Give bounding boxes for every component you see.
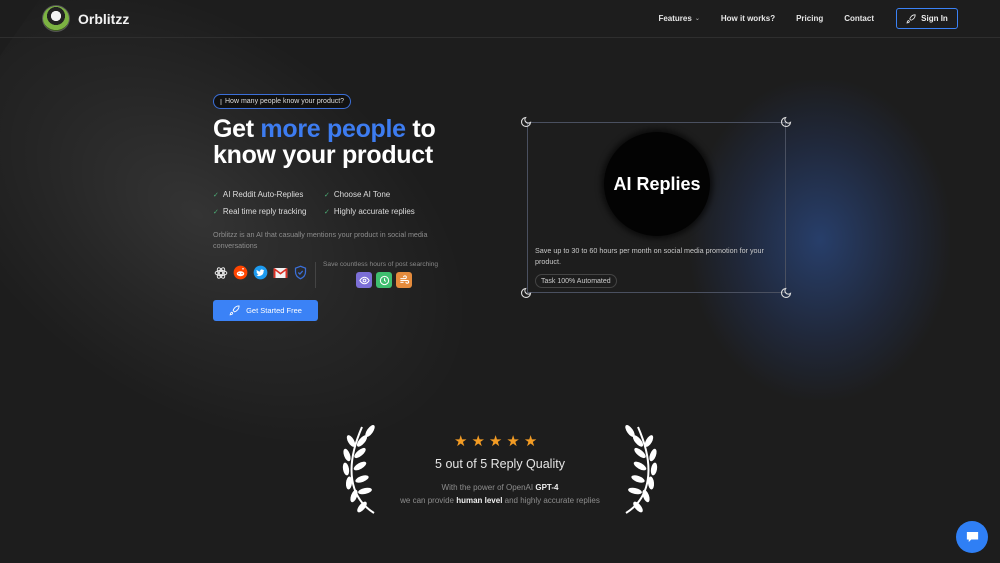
check-icon: ✓: [324, 208, 330, 216]
rocket-icon: [229, 305, 240, 316]
check-icon: ✓: [213, 208, 219, 216]
moon-icon: [520, 116, 532, 128]
nav-features[interactable]: Features ⌄: [658, 14, 699, 23]
feature-label: Choose AI Tone: [333, 190, 391, 199]
reddit-icon: [233, 265, 248, 280]
nav-how-it-works[interactable]: How it works?: [721, 14, 775, 23]
feature-item: ✓ Highly accurate replies: [324, 207, 415, 216]
shield-check-icon: [293, 265, 308, 280]
gmail-icon: [273, 265, 288, 280]
feature-label: Highly accurate replies: [333, 207, 415, 216]
card-title: AI Replies: [613, 173, 701, 194]
hero-description: Orblitzz is an AI that casually mentions…: [213, 230, 428, 250]
star-icon: ★: [506, 433, 520, 450]
feature-label: Real time reply tracking: [222, 207, 307, 216]
title-part2: to: [405, 115, 436, 143]
hero-badge: How many people know your product?: [213, 94, 352, 109]
rating-line2-suffix: and highly accurate replies: [502, 496, 600, 505]
chat-bubble-icon: [966, 532, 978, 542]
ai-replies-circle: AI Replies: [604, 132, 710, 236]
rating-line1: With the power of OpenAI: [441, 483, 536, 492]
badge-text: How many people know your product?: [225, 98, 345, 105]
clock-icon: [376, 272, 392, 288]
rating-title: 5 out of 5 Reply Quality: [435, 457, 565, 471]
moon-icon: [520, 287, 532, 299]
hero-title: Get more people to know your product: [213, 115, 436, 169]
wind-icon: [396, 272, 412, 288]
sign-in-button[interactable]: Sign In: [896, 8, 958, 29]
card-tag: Task 100% Automated: [535, 274, 617, 288]
integration-icons: [213, 265, 313, 280]
brand-name: Orblitzz: [78, 10, 130, 27]
rocket-icon: [906, 13, 916, 23]
feature-list: ✓ AI Reddit Auto-Replies ✓ Choose AI Tone …: [213, 186, 415, 220]
feature-item: ✓ AI Reddit Auto-Replies: [213, 190, 324, 199]
card-description: Save up to 30 to 60 hours per month on s…: [535, 246, 764, 266]
main-nav: Features ⌄ How it works? Pricing Contact…: [637, 8, 958, 29]
check-icon: ✓: [324, 191, 330, 199]
rating-line1-bold: GPT-4: [535, 483, 559, 492]
nav-features-label: Features: [658, 14, 692, 23]
star-icon: ★: [488, 433, 503, 450]
rating-subtitle: With the power of OpenAI GPT-4 we can pr…: [0, 481, 1000, 507]
logo-mascot-icon: [42, 5, 70, 32]
rating-line2-bold: human level: [456, 496, 503, 505]
chevron-down-icon: ⌄: [694, 16, 700, 22]
divider: [315, 262, 316, 288]
feature-item: ✓ Real time reply tracking: [213, 207, 324, 216]
brand-logo[interactable]: Orblitzz: [42, 5, 129, 32]
feature-item: ✓ Choose AI Tone: [324, 190, 390, 199]
eye-icon: [356, 272, 372, 288]
cta-label: Get Started Free: [246, 306, 302, 315]
moon-icon: [780, 116, 792, 128]
star-icon: ★: [454, 433, 468, 450]
site-header: Orblitzz Features ⌄ How it works? Pricin…: [0, 0, 1000, 38]
chat-widget-button[interactable]: [956, 521, 988, 553]
rating-line2: we can provide: [400, 496, 457, 505]
check-icon: ✓: [213, 191, 219, 199]
save-hours-text: Save countless hours of post searching: [323, 261, 439, 268]
title-part1: Get: [213, 115, 261, 143]
twitter-icon: [253, 265, 268, 280]
feature-label: AI Reddit Auto-Replies: [222, 190, 304, 199]
title-line2: know your product: [213, 141, 433, 169]
title-accent: more people: [260, 115, 406, 143]
sign-in-label: Sign In: [921, 14, 948, 23]
star-icon: ★: [471, 433, 485, 450]
badge-icon: [220, 98, 222, 105]
openai-icon: [213, 265, 228, 280]
nav-pricing[interactable]: Pricing: [796, 14, 823, 23]
nav-contact[interactable]: Contact: [844, 14, 874, 23]
feature-icon-row: [356, 272, 412, 288]
star-icon: ★: [523, 433, 538, 450]
star-rating: ★ ★ ★ ★ ★: [454, 434, 537, 449]
get-started-button[interactable]: Get Started Free: [213, 300, 318, 321]
moon-icon: [780, 287, 792, 299]
